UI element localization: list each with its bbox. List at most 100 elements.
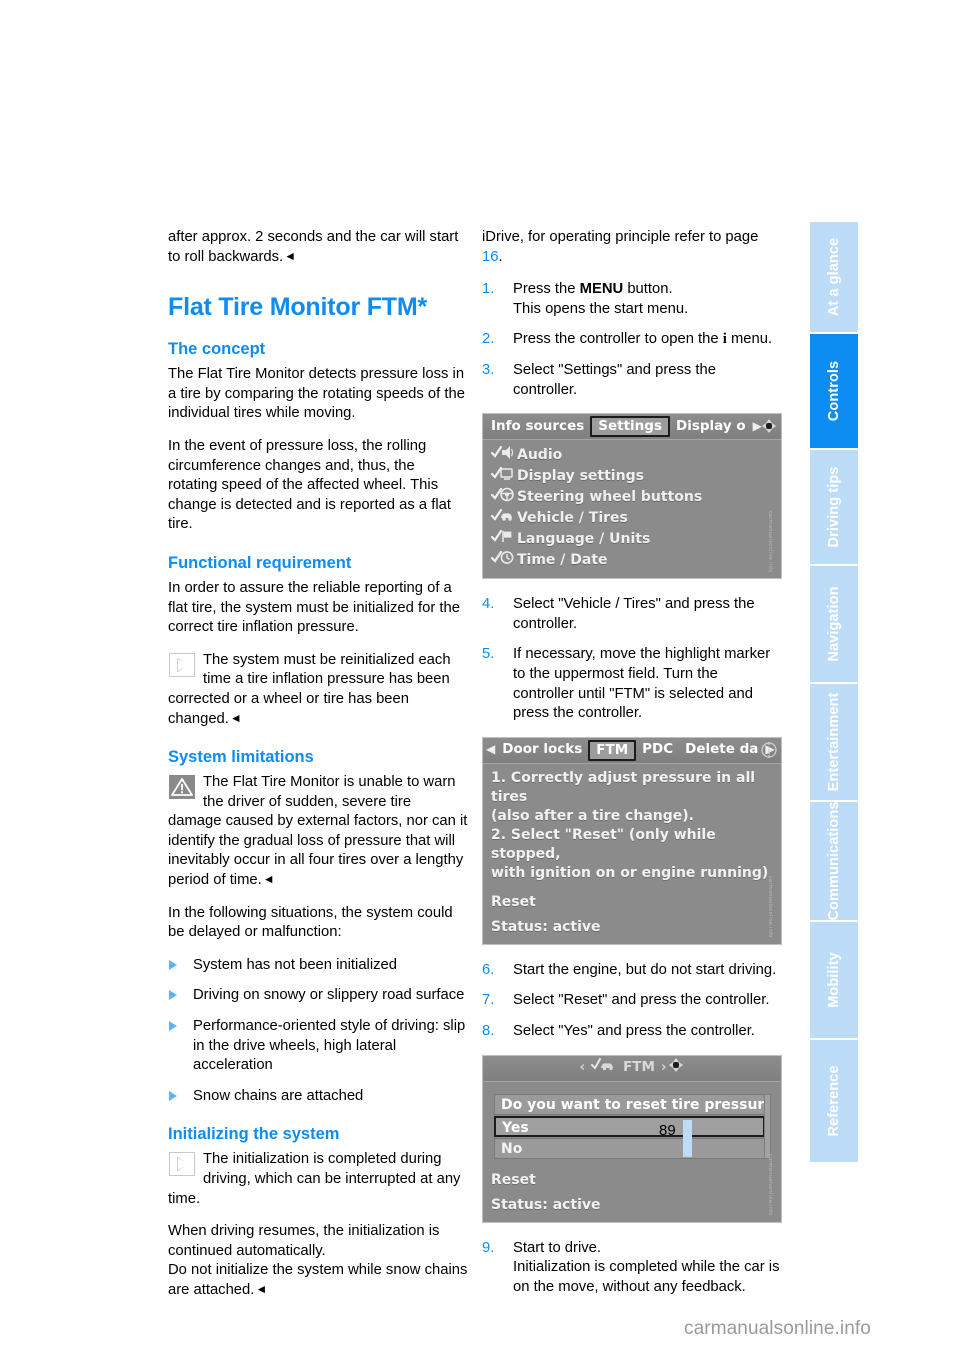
step-number: 5. — [482, 646, 495, 663]
idrive-menu-list: Audio Display settings Steering wheel bu… — [483, 440, 781, 579]
note-text: The initialization is completed during d… — [168, 1151, 461, 1207]
image-watermark: carmanualsonline.info — [767, 876, 773, 938]
idrive-menu-item-display-settings[interactable]: Display settings — [487, 466, 777, 487]
steps-list-1: 1. Press the MENU button. This opens the… — [482, 280, 782, 400]
dialog-scrollbar[interactable] — [764, 1093, 771, 1159]
ftm-status-label: Status: active — [491, 1196, 601, 1213]
sidebar-tab-mobility[interactable]: Mobility — [810, 922, 858, 1040]
dialog-option-no[interactable]: No — [494, 1137, 765, 1159]
step-text: Press the controller to open the — [513, 331, 723, 348]
paragraph: In the event of pressure loss, the rolli… — [168, 437, 451, 533]
end-marker-icon: ◄ — [255, 1281, 268, 1296]
manual-page: At a glance Controls Driving tips Naviga… — [0, 0, 960, 1358]
note-triangle-icon — [169, 652, 195, 677]
note-triangle-icon — [169, 1152, 195, 1177]
idrive-menu-item-time-date[interactable]: Time / Date — [487, 550, 777, 571]
idrive-menu-item-audio[interactable]: Audio — [487, 445, 777, 466]
left-text-column: after approx. 2 seconds and the car will… — [168, 228, 468, 1314]
idrive-tab-info-sources[interactable]: Info sources — [485, 417, 590, 437]
chevron-left-icon[interactable]: ◀ — [485, 740, 496, 760]
list-item-label: Performance-oriented style of driving: s… — [193, 1018, 466, 1074]
ftm-instruction-line: 1. Correctly adjust pressure in all tire… — [491, 769, 756, 805]
warning-text-value: The Flat Tire Monitor is unable to warn … — [168, 774, 468, 889]
check-clock-icon — [490, 550, 517, 572]
sidebar-tab-label: Navigation — [826, 586, 842, 662]
intro-paragraph-text: after approx. 2 seconds and the car will… — [168, 229, 459, 265]
page-cross-reference[interactable]: 16 — [482, 249, 498, 265]
paragraph: In the following situations, the system … — [168, 904, 453, 941]
idrive-tab-display-options[interactable]: Display o — [670, 417, 752, 437]
site-watermark: carmanualsonline.info — [684, 1318, 871, 1339]
sidebar-tab-label: Communications — [826, 802, 842, 921]
sidebar-tab-controls[interactable]: Controls — [810, 334, 858, 450]
idrive-tab-bar: ◀ Door locks FTM PDC Delete da ▶ — [483, 737, 781, 764]
idrive-menu-item-label: Time / Date — [517, 551, 608, 568]
section-heading-functional-requirement: Functional requirement — [168, 553, 352, 572]
right-text-column: iDrive, for operating principle refer to… — [482, 228, 782, 1310]
menu-button-label: MENU — [579, 281, 624, 298]
sidebar-tab-label: Reference — [826, 1065, 842, 1137]
list-item: System has not been initialized — [168, 956, 468, 976]
step-item: 8. Select "Yes" and press the controller… — [482, 1022, 782, 1042]
warning-block: The Flat Tire Monitor is unable to warn … — [168, 773, 468, 891]
steps-list-3: 6. Start the engine, but do not start dr… — [482, 961, 782, 1042]
idrive-menu-item-label: Language / Units — [517, 530, 651, 547]
idrive-tab-door-locks[interactable]: Door locks — [496, 740, 588, 760]
dialog-question: Do you want to reset tire pressur — [494, 1093, 765, 1115]
idrive-menu-item-steering-wheel-buttons[interactable]: Steering wheel buttons — [487, 487, 777, 508]
step-text-after: button. — [623, 281, 673, 298]
idrive-menu-item-language-units[interactable]: Language / Units — [487, 529, 777, 550]
list-item: Performance-oriented style of driving: s… — [168, 1017, 468, 1076]
list-item: Driving on snowy or slippery road surfac… — [168, 986, 468, 1006]
bullet-triangle-icon — [169, 990, 177, 1001]
step-text: Press the — [513, 281, 580, 298]
sidebar-tab-communications[interactable]: Communications — [810, 802, 858, 922]
chapter-nav-sidebar: At a glance Controls Driving tips Naviga… — [810, 222, 858, 1162]
step-item: 9. Start to drive. Initialization is com… — [482, 1239, 782, 1298]
paragraph-text: Do not initialize the system while snow … — [168, 1262, 468, 1298]
idrive-tab-pdc[interactable]: PDC — [636, 740, 679, 760]
step-text: Select "Reset" and press the controller. — [513, 992, 770, 1009]
step-item: 6. Start the engine, but do not start dr… — [482, 961, 782, 981]
warning-text: The Flat Tire Monitor is unable to warn … — [168, 773, 468, 891]
section-heading-system-limitations: System limitations — [168, 748, 314, 767]
idrive-tab-ftm[interactable]: FTM — [588, 739, 637, 761]
idrive-intro: iDrive, for operating principle refer to… — [482, 228, 782, 267]
step-text: Select "Vehicle / Tires" and press the c… — [513, 596, 755, 632]
list-item: Snow chains are attached — [168, 1087, 468, 1107]
step-text: If necessary, move the highlight marker … — [513, 646, 771, 722]
step-number: 2. — [482, 331, 495, 348]
idrive-tab-settings[interactable]: Settings — [590, 416, 670, 438]
sidebar-tab-navigation[interactable]: Navigation — [810, 566, 858, 684]
ftm-reset-option[interactable]: Reset — [487, 893, 777, 912]
list-item-label: Driving on snowy or slippery road surfac… — [193, 987, 465, 1004]
sidebar-tab-at-a-glance[interactable]: At a glance — [810, 222, 858, 334]
sidebar-tab-reference[interactable]: Reference — [810, 1040, 858, 1162]
check-car-icon — [490, 508, 517, 530]
warning-triangle-icon — [169, 775, 195, 800]
step-number: 4. — [482, 596, 495, 613]
image-watermark: carmanualsonline.info — [767, 1153, 773, 1216]
step-number: 1. — [482, 281, 495, 298]
step-item: 1. Press the MENU button. This opens the… — [482, 280, 782, 319]
step-item: 7. Select "Reset" and press the controll… — [482, 991, 782, 1011]
idrive-menu-item-label: Display settings — [517, 467, 644, 484]
dialog-option-yes[interactable]: Yes — [494, 1115, 765, 1137]
page-number-bar — [683, 1120, 692, 1157]
ftm-reset-option[interactable]: Reset — [487, 1171, 777, 1190]
page-number: 89 — [659, 1122, 676, 1139]
sidebar-tab-label: Driving tips — [826, 466, 842, 548]
ftm-instruction-line: with ignition on or engine running) — [491, 864, 769, 881]
idrive-tab-delete-data[interactable]: Delete da — [679, 740, 764, 760]
sidebar-tab-entertainment[interactable]: Entertainment — [810, 684, 858, 802]
chevron-left-icon[interactable]: ‹ — [579, 1058, 585, 1078]
step-subtext: Initialization is completed while the ca… — [513, 1259, 780, 1295]
idrive-intro-text: iDrive, for operating principle refer to… — [482, 229, 759, 245]
idrive-menu-item-vehicle-tires[interactable]: Vehicle / Tires — [487, 508, 777, 529]
sidebar-tab-driving-tips[interactable]: Driving tips — [810, 450, 858, 566]
idrive-menu-item-label: Audio — [517, 446, 563, 463]
end-marker-icon: ◄ — [229, 710, 242, 725]
step-number: 6. — [482, 961, 495, 978]
step-number: 7. — [482, 992, 495, 1009]
